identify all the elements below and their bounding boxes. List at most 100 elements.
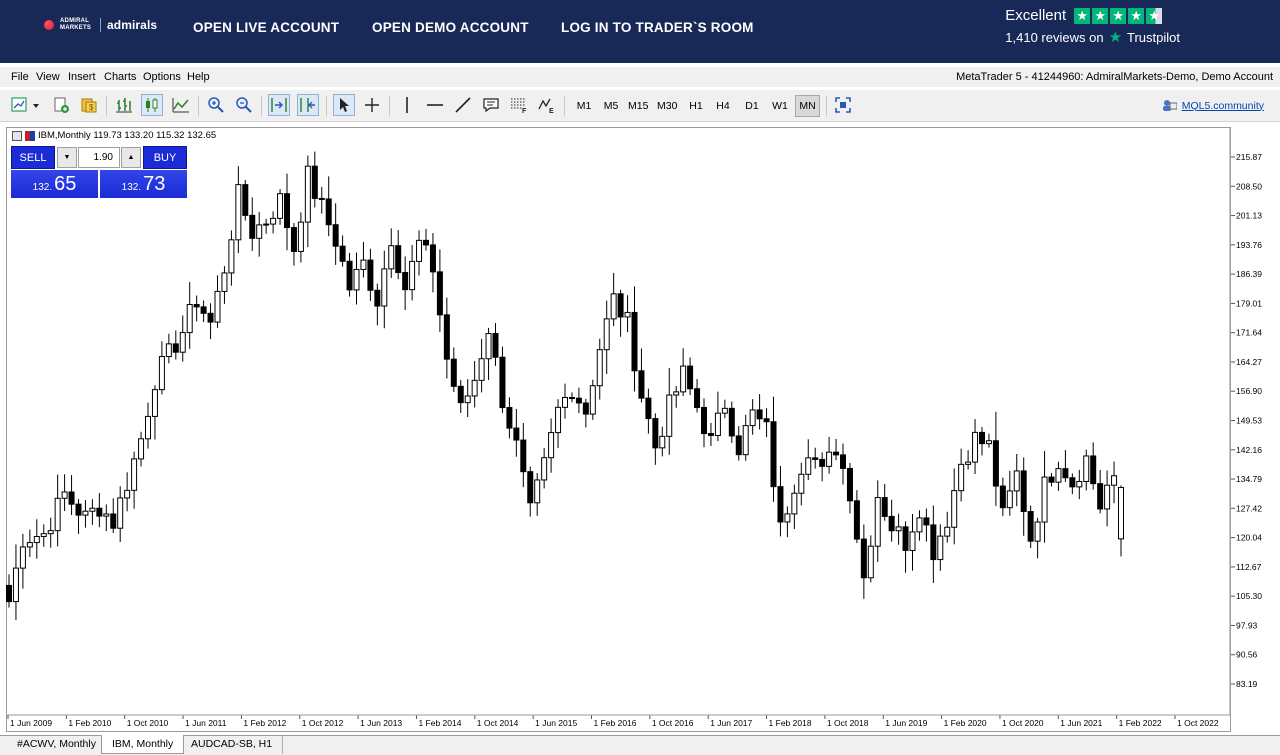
sell-price[interactable]: 132. 65 <box>11 170 98 198</box>
bull-candle <box>297 221 304 252</box>
x-axis-label: 1 Oct 2012 <box>302 718 344 728</box>
volume-decrease-button[interactable]: ▼ <box>57 147 77 168</box>
timeframe-h4[interactable]: H4 <box>712 95 734 117</box>
bear-candle <box>193 304 200 308</box>
chart-header: IBM,Monthly 119.73 133.20 115.32 132.65 <box>12 130 216 141</box>
y-axis-label: 186.39 <box>1236 269 1262 279</box>
bear-candle <box>436 271 443 316</box>
y-axis-label: 171.64 <box>1236 328 1262 338</box>
bear-candle <box>1027 511 1034 542</box>
vertical-line-button[interactable] <box>396 94 418 116</box>
auto-scroll-button[interactable] <box>268 94 290 116</box>
bull-candle <box>214 290 221 323</box>
menu-help[interactable]: Help <box>187 71 210 83</box>
bull-candle <box>673 391 680 396</box>
timeframe-h1[interactable]: H1 <box>685 95 707 117</box>
bull-candle <box>117 497 124 529</box>
timeframe-mn[interactable]: MN <box>795 95 820 117</box>
zoom-out-icon <box>236 97 252 113</box>
bull-candle <box>937 535 944 561</box>
text-label-button[interactable] <box>480 94 502 116</box>
menu-insert[interactable]: Insert <box>68 71 96 83</box>
buy-price[interactable]: 132. 73 <box>100 170 187 198</box>
bear-candle <box>520 439 527 473</box>
candlestick-chart[interactable]: 215.87 208.50 201.13 193.76 186.39 179.01 171.… <box>0 127 1280 735</box>
zoom-in-button[interactable] <box>205 94 227 116</box>
bull-candle <box>965 461 972 465</box>
bull-candle <box>826 451 833 467</box>
bear-candle <box>318 197 325 200</box>
candlestick-chart-button[interactable] <box>141 94 163 116</box>
bull-candle <box>478 358 485 381</box>
fullscreen-button[interactable] <box>832 94 854 116</box>
horizontal-line-button[interactable] <box>424 94 446 116</box>
bear-candle <box>652 418 659 449</box>
bull-candle <box>47 530 54 535</box>
open-demo-account-link[interactable]: OPEN DEMO ACCOUNT <box>372 20 529 35</box>
y-axis-label: 156.90 <box>1236 386 1262 396</box>
menu-file[interactable]: File <box>11 71 29 83</box>
bull-candle <box>721 407 728 414</box>
bull-candle <box>1104 484 1111 510</box>
bear-candle <box>242 184 249 216</box>
market-watch-button[interactable]: $ <box>78 94 100 116</box>
timeframe-d1[interactable]: D1 <box>741 95 763 117</box>
promo-banner: ADMIRAL MARKETS admirals OPEN LIVE ACCOU… <box>0 0 1280 63</box>
document-add-icon <box>54 97 69 113</box>
x-axis-label: 1 Jun 2017 <box>710 718 752 728</box>
trustpilot-widget[interactable]: Excellent ★ ★ ★ ★ ★ 1,410 reviews on ★ T… <box>1005 7 1180 46</box>
chart-shift-button[interactable] <box>297 94 319 116</box>
bull-candle <box>555 406 562 434</box>
log-in-traders-room-link[interactable]: LOG IN TO TRADER`S ROOM <box>561 20 754 35</box>
open-live-account-link[interactable]: OPEN LIVE ACCOUNT <box>193 20 339 35</box>
bull-candle <box>360 259 367 270</box>
volume-input[interactable]: 1.90 <box>78 147 120 168</box>
bear-candle <box>1048 476 1055 483</box>
timeframe-m30[interactable]: M30 <box>655 95 679 117</box>
timeframe-m15[interactable]: M15 <box>626 95 650 117</box>
cursor-button[interactable] <box>333 94 355 116</box>
menu-charts[interactable]: Charts <box>104 71 136 83</box>
bar-chart-button[interactable] <box>113 94 135 116</box>
bear-candle <box>638 370 645 399</box>
buy-button[interactable]: BUY <box>143 146 187 169</box>
x-axis-label: 1 Jun 2021 <box>1060 718 1102 728</box>
timeframe-m5[interactable]: M5 <box>600 95 622 117</box>
elliott-wave-button[interactable]: E <box>536 94 558 116</box>
crosshair-button[interactable] <box>361 94 383 116</box>
profiles-button[interactable] <box>50 94 72 116</box>
bull-candle <box>124 489 131 499</box>
menu-options[interactable]: Options <box>143 71 181 83</box>
trendline-button[interactable] <box>452 94 474 116</box>
timeframe-w1[interactable]: W1 <box>769 95 791 117</box>
bull-candle <box>235 184 242 241</box>
bear-candle <box>200 306 207 314</box>
tab-audcad-h1[interactable]: AUDCAD-SB, H1 <box>181 735 284 754</box>
tab-ibm-monthly[interactable]: IBM, Monthly <box>101 735 185 754</box>
line-chart-button[interactable] <box>170 94 192 116</box>
bull-candle <box>1118 487 1124 540</box>
menu-view[interactable]: View <box>36 71 60 83</box>
bear-candle <box>687 365 694 390</box>
bear-candle <box>457 385 464 404</box>
bull-candle <box>33 535 40 544</box>
timeframe-m1[interactable]: M1 <box>573 95 595 117</box>
sell-button[interactable]: SELL <box>11 146 55 169</box>
bull-candle <box>131 458 138 491</box>
bull-candle <box>1034 521 1041 542</box>
volume-increase-button[interactable]: ▲ <box>121 147 141 168</box>
brand-logo[interactable]: ADMIRAL MARKETS admirals <box>44 18 157 32</box>
y-axis-label: 97.93 <box>1236 620 1258 630</box>
fibonacci-button[interactable]: F <box>508 94 530 116</box>
bull-candle <box>895 526 902 532</box>
mql5-community-link[interactable]: MQL5.community <box>1162 99 1264 112</box>
tab-acwv-monthly[interactable]: #ACWV, Monthly <box>7 735 107 754</box>
bear-candle <box>728 407 735 437</box>
zoom-out-button[interactable] <box>233 94 255 116</box>
new-chart-button[interactable] <box>9 94 43 116</box>
mql5-community-label: MQL5.community <box>1181 99 1264 112</box>
x-axis-label: 1 Jun 2011 <box>185 718 227 728</box>
bull-candle <box>19 546 26 569</box>
bear-candle <box>346 260 353 291</box>
chart-shift-icon <box>300 98 315 112</box>
